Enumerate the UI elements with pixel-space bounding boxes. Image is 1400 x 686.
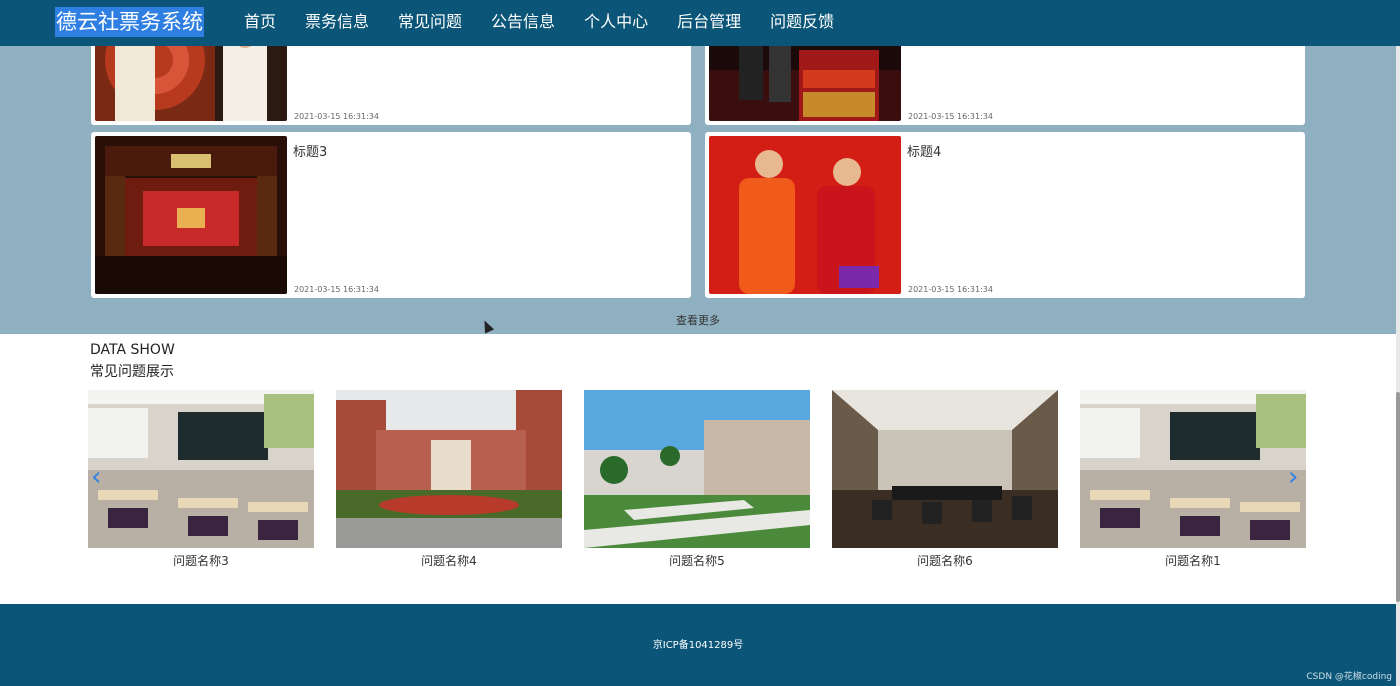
news-card[interactable]: 标题4 2021-03-15 16:31:34	[705, 132, 1305, 298]
news-section: 2021-03-15 16:31:34 2021-03-15 16:31:34	[0, 0, 1396, 334]
view-more-link[interactable]: 查看更多	[0, 312, 1396, 328]
nav-item-admin[interactable]: 后台管理	[677, 0, 741, 46]
data-show-title: DATA SHOW	[90, 342, 175, 358]
scrollbar-thumb[interactable]	[1396, 392, 1400, 602]
nav-item-profile[interactable]: 个人中心	[584, 0, 648, 46]
faq-item-image	[336, 390, 562, 548]
faq-carousel-item[interactable]: 问题名称4	[336, 390, 562, 569]
chevron-right-icon[interactable]: ›	[1288, 462, 1298, 492]
data-show-subtitle: 常见问题展示	[90, 364, 174, 380]
faq-carousel-item[interactable]: 问题名称1	[1080, 390, 1306, 569]
faq-item-name[interactable]: 问题名称5	[584, 552, 810, 569]
nav-item-faq[interactable]: 常见问题	[398, 0, 462, 46]
site-brand[interactable]: 德云社票务系统	[55, 7, 204, 37]
news-card-date: 2021-03-15 16:31:34	[908, 285, 993, 294]
news-card-date: 2021-03-15 16:31:34	[908, 112, 993, 121]
news-card-title[interactable]: 标题4	[907, 141, 941, 160]
news-card-date: 2021-03-15 16:31:34	[294, 112, 379, 121]
news-card-image	[95, 136, 287, 294]
news-card-title[interactable]: 标题3	[293, 141, 327, 160]
faq-item-image	[832, 390, 1058, 548]
faq-carousel-item[interactable]: 问题名称3	[88, 390, 314, 569]
faq-item-image	[584, 390, 810, 548]
faq-item-name[interactable]: 问题名称4	[336, 552, 562, 569]
nav-item-announcements[interactable]: 公告信息	[491, 0, 555, 46]
faq-item-name[interactable]: 问题名称1	[1080, 552, 1306, 569]
faq-carousel-item[interactable]: 问题名称5	[584, 390, 810, 569]
top-navigation-bar: 德云社票务系统 首页 票务信息 常见问题 公告信息 个人中心 后台管理 问题反馈	[0, 0, 1400, 46]
news-card[interactable]: 标题3 2021-03-15 16:31:34	[91, 132, 691, 298]
nav-item-tickets[interactable]: 票务信息	[305, 0, 369, 46]
page-scrollbar[interactable]	[1396, 0, 1400, 686]
nav-item-feedback[interactable]: 问题反馈	[770, 0, 834, 46]
faq-item-image	[1080, 390, 1306, 548]
faq-item-name[interactable]: 问题名称3	[88, 552, 314, 569]
news-card-date: 2021-03-15 16:31:34	[294, 285, 379, 294]
footer: 京ICP备1041289号	[0, 604, 1396, 686]
main-nav: 首页 票务信息 常见问题 公告信息 个人中心 后台管理 问题反馈	[244, 0, 863, 46]
news-card-image	[709, 136, 901, 294]
csdn-watermark: CSDN @花椒coding	[1306, 672, 1392, 682]
faq-item-name[interactable]: 问题名称6	[832, 552, 1058, 569]
nav-item-home[interactable]: 首页	[244, 0, 276, 46]
faq-carousel-item[interactable]: 问题名称6	[832, 390, 1058, 569]
icp-number[interactable]: 京ICP备1041289号	[0, 636, 1396, 651]
faq-item-image	[88, 390, 314, 548]
chevron-left-icon[interactable]: ‹	[91, 462, 101, 492]
